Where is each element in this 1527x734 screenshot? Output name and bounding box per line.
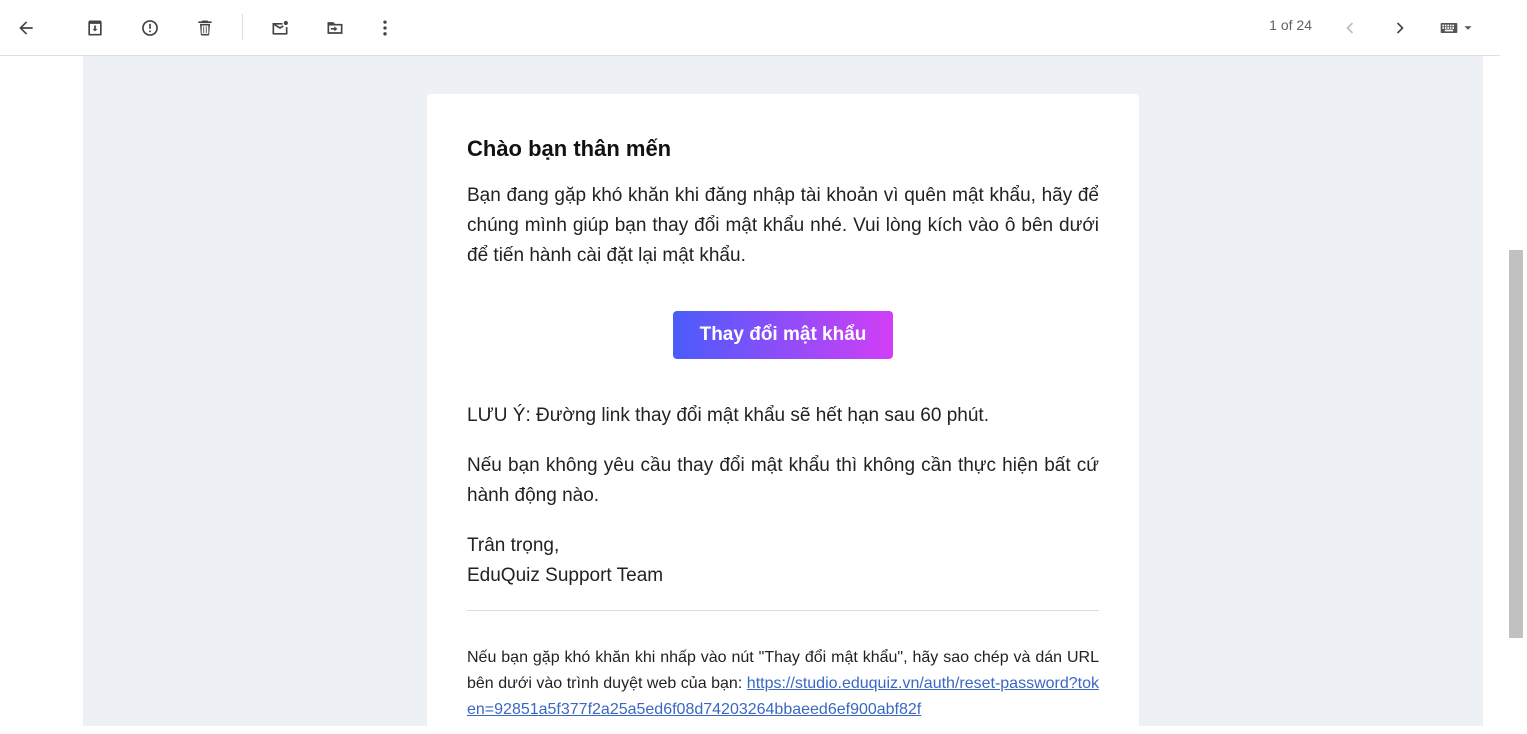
older-button[interactable] — [1380, 8, 1420, 48]
mark-unread-icon — [272, 20, 288, 35]
change-password-button[interactable]: Thay đổi mật khẩu — [673, 311, 893, 359]
button-container: Thay đổi mật khẩu — [467, 311, 1099, 359]
toolbar-separator — [242, 14, 243, 40]
back-button[interactable] — [6, 8, 46, 48]
sign-team: EduQuiz Support Team — [467, 565, 664, 586]
delete-button[interactable] — [185, 8, 225, 48]
footer-note: Nếu bạn gặp khó khăn khi nhấp vào nút "T… — [467, 645, 1099, 723]
more-options-button[interactable] — [365, 8, 405, 48]
archive-icon — [88, 20, 102, 36]
dropdown-arrow-icon — [1464, 26, 1472, 30]
email-toolbar: 1 of 24 — [0, 0, 1500, 56]
expiry-note: LƯU Ý: Đường link thay đổi mật khẩu sẽ h… — [467, 405, 989, 426]
pager-count: 1 of 24 — [1269, 17, 1312, 33]
email-card: Chào bạn thân mến Bạn đang gặp khó khăn … — [427, 94, 1139, 734]
sign-off: Trân trọng, — [467, 535, 560, 556]
chevron-right-icon — [1396, 22, 1404, 34]
move-to-button[interactable] — [315, 8, 355, 48]
scrollbar-thumb[interactable] — [1509, 250, 1523, 638]
delete-icon — [198, 20, 212, 36]
intro-paragraph: Bạn đang gặp khó khăn khi đăng nhập tài … — [467, 185, 1099, 266]
divider — [467, 610, 1099, 611]
newer-button[interactable] — [1330, 8, 1370, 48]
report-spam-button[interactable] — [130, 8, 170, 48]
email-greeting: Chào bạn thân mến — [467, 136, 672, 161]
signature: Trân trọng, EduQuiz Support Team — [467, 531, 1099, 591]
no-request-paragraph: Nếu bạn không yêu cầu thay đổi mật khẩu … — [467, 455, 1099, 506]
report-spam-icon — [142, 20, 158, 36]
move-to-icon — [327, 22, 343, 34]
archive-button[interactable] — [75, 8, 115, 48]
keyboard-icon — [1440, 23, 1458, 33]
more-icon — [383, 20, 387, 36]
mark-unread-button[interactable] — [260, 8, 300, 48]
back-arrow-icon — [19, 21, 33, 35]
chevron-left-icon — [1346, 22, 1354, 34]
input-tools-button[interactable] — [1430, 8, 1482, 48]
